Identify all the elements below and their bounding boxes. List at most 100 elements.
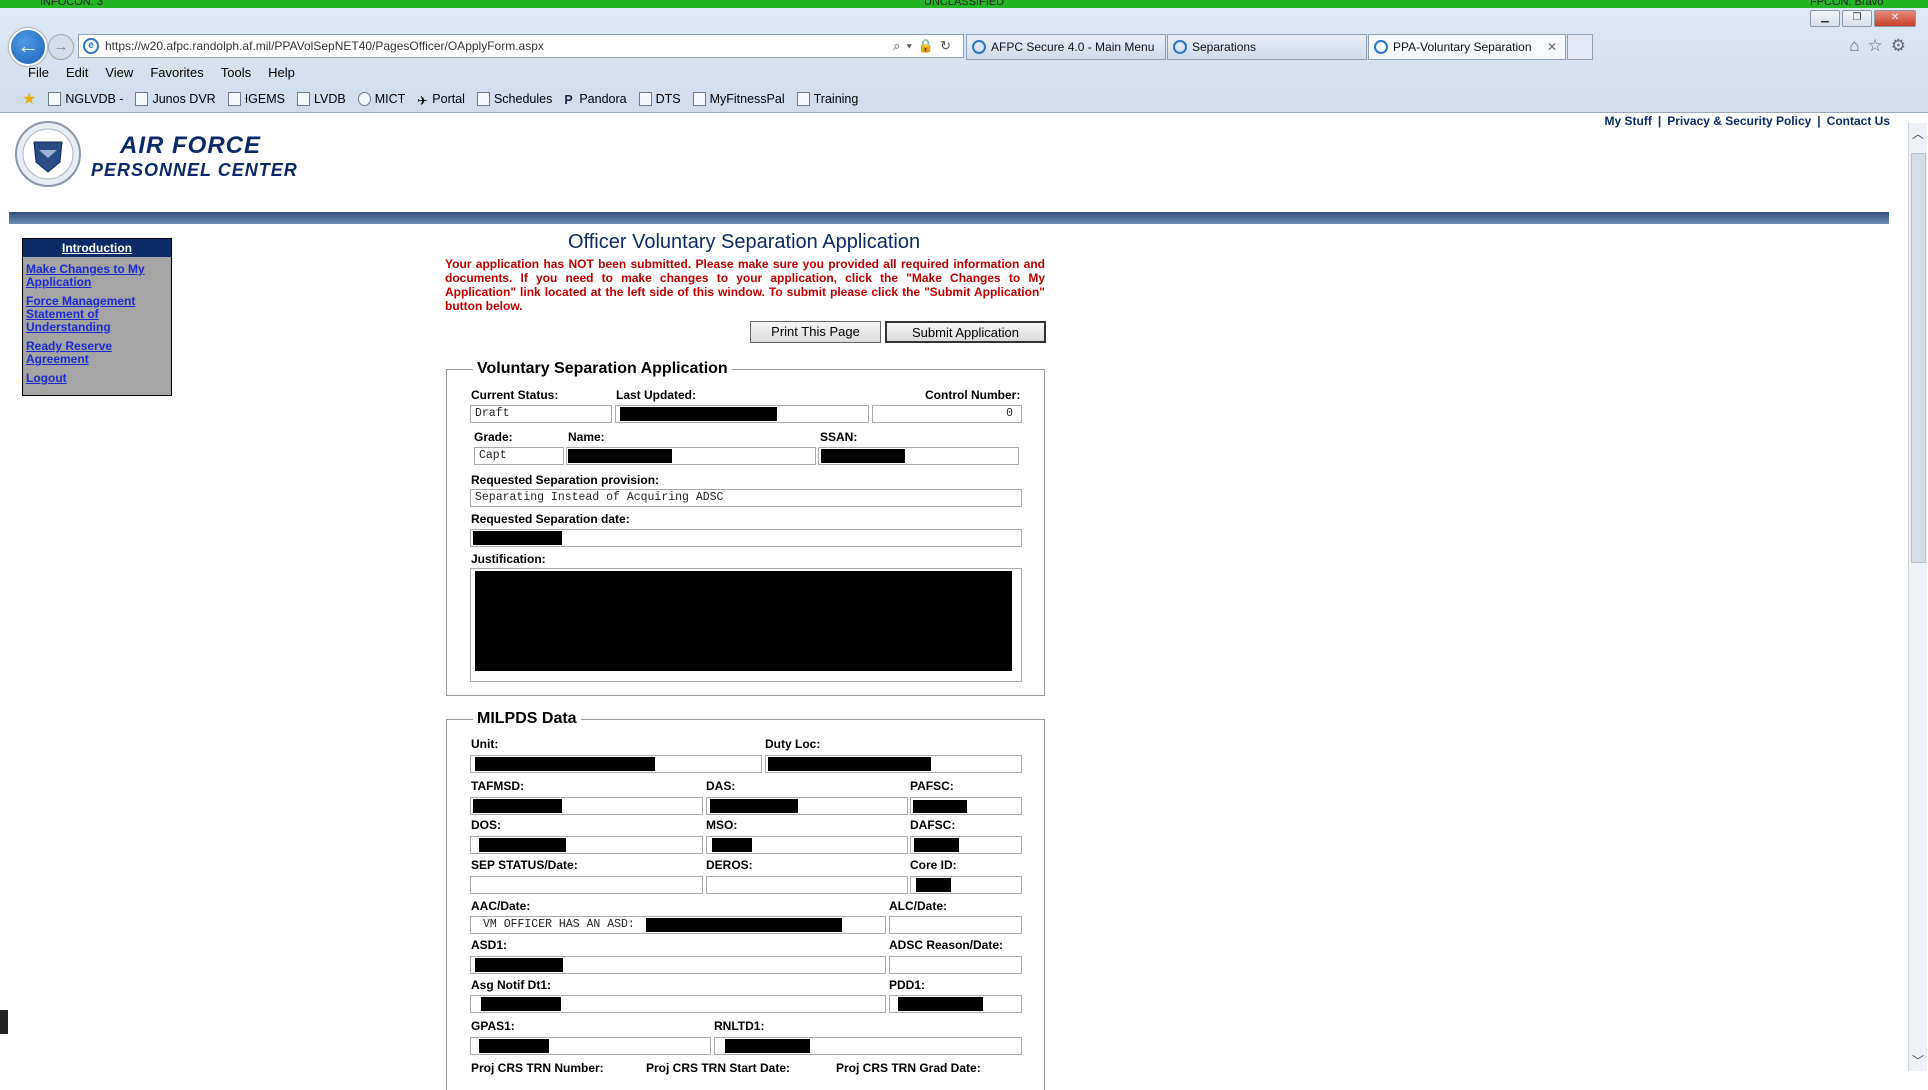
menu-file[interactable]: File: [28, 65, 49, 80]
fav-label: LVDB: [314, 92, 346, 106]
fav-item[interactable]: Junos DVR: [135, 92, 216, 106]
redaction-block: [475, 757, 655, 771]
close-tab-icon[interactable]: ✕: [1547, 35, 1557, 59]
name-label: Name:: [568, 430, 605, 444]
aac-date-field: VM OFFICER HAS AN ASD:: [470, 916, 886, 934]
favorites-star-icon[interactable]: ★: [22, 89, 36, 109]
adsc-reason-field: [889, 956, 1022, 974]
justification-label: Justification:: [471, 552, 546, 566]
fav-item[interactable]: Schedules: [476, 92, 552, 106]
fav-item[interactable]: DTS: [638, 92, 681, 106]
minimize-icon[interactable]: ▁: [1810, 10, 1840, 27]
submit-application-button[interactable]: Submit Application: [885, 321, 1046, 343]
page-icon: [796, 92, 810, 106]
tab-separations[interactable]: Separations: [1167, 34, 1367, 60]
fav-label: MICT: [374, 92, 406, 106]
fav-item[interactable]: IGEMS: [227, 92, 285, 106]
fav-item[interactable]: MICT: [357, 92, 406, 106]
tafmsd-field: [470, 797, 703, 815]
redaction-block: [898, 997, 983, 1011]
redaction-block: [821, 449, 905, 463]
link-my-stuff[interactable]: My Stuff: [1605, 114, 1652, 128]
scroll-up-icon[interactable]: ︿: [1912, 125, 1924, 142]
deros-label: DEROS:: [706, 858, 753, 872]
current-status-label: Current Status:: [471, 388, 559, 402]
pafsc-label: PAFSC:: [910, 779, 954, 793]
sidenav-make-changes[interactable]: Make Changes to My Application: [26, 263, 168, 289]
page-icon: [48, 92, 62, 106]
sep-status-label: SEP STATUS/Date:: [471, 858, 578, 872]
vertical-scrollbar[interactable]: ︿ ﹀: [1908, 123, 1927, 1071]
tafmsd-label: TAFMSD:: [471, 779, 525, 793]
gear-icon[interactable]: ⚙: [1891, 36, 1914, 55]
browser-right-icons: ⌂☆⚙: [1849, 36, 1914, 56]
new-tab-button[interactable]: [1567, 34, 1593, 60]
menu-help[interactable]: Help: [268, 65, 295, 80]
fav-item[interactable]: ✈ Portal: [417, 92, 465, 108]
fav-item[interactable]: LVDB: [297, 92, 346, 106]
scroll-down-icon[interactable]: ﹀: [1912, 1052, 1924, 1069]
link-privacy-security-policy[interactable]: Privacy & Security Policy: [1667, 114, 1811, 128]
back-arrow-icon[interactable]: ←: [9, 28, 47, 66]
redaction-block: [916, 878, 951, 892]
menu-view[interactable]: View: [105, 65, 133, 80]
dos-label: DOS:: [471, 818, 501, 832]
forward-arrow-icon[interactable]: →: [48, 34, 74, 60]
sidenav-introduction[interactable]: Introduction: [23, 239, 171, 257]
core-id-field: [910, 876, 1022, 894]
scroll-thumb[interactable]: [1911, 153, 1926, 563]
restore-icon[interactable]: ❐: [1842, 10, 1872, 27]
address-url: https://w20.afpc.randolph.af.mil/PPAVolS…: [105, 39, 544, 53]
gpas1-label: GPAS1:: [471, 1019, 515, 1033]
address-tools[interactable]: ⌕▾🔒↻: [893, 35, 957, 57]
sidenav-ready-reserve-agreement[interactable]: Ready Reserve Agreement: [26, 340, 168, 366]
sidenav-logout[interactable]: Logout: [26, 372, 168, 385]
tab-afpc-secure[interactable]: AFPC Secure 4.0 - Main Menu: [966, 34, 1166, 60]
star-icon[interactable]: ☆: [1868, 36, 1891, 55]
tab-label: PPA-Voluntary Separation: [1393, 40, 1532, 54]
fav-label: Junos DVR: [152, 92, 216, 106]
separation-date-field: [470, 529, 1022, 547]
link-contact-us[interactable]: Contact Us: [1827, 114, 1890, 128]
fav-item[interactable]: Training: [796, 92, 858, 106]
fav-item[interactable]: P Pandora: [564, 92, 627, 107]
deros-field: [706, 876, 908, 894]
redaction-block: [479, 838, 566, 852]
milpds-legend: MILPDS Data: [477, 710, 577, 727]
home-icon[interactable]: ⌂: [1849, 36, 1867, 55]
separator: |: [1657, 114, 1662, 128]
fav-item[interactable]: MyFitnessPal: [692, 92, 785, 106]
current-status-field: Draft: [470, 405, 612, 423]
alc-date-label: ALC/Date:: [889, 899, 948, 913]
ssan-field: [818, 447, 1019, 465]
header-divider-bar: [9, 212, 1889, 224]
classification-label: UNCLASSIFIED: [924, 0, 1005, 8]
redaction-block: [479, 1039, 549, 1053]
afpc-seal-logo: [15, 121, 81, 187]
sidenav-force-management-statement[interactable]: Force Management Statement of Understand…: [26, 295, 168, 334]
print-page-button[interactable]: Print This Page: [750, 321, 881, 343]
classification-strip: INFOCON: 3 UNCLASSIFIED FPCON: Bravo: [0, 0, 1928, 8]
adsc-reason-label: ADSC Reason/Date:: [889, 938, 1004, 952]
redaction-block: [712, 838, 752, 852]
menu-favorites[interactable]: Favorites: [150, 65, 203, 80]
fav-label: Pandora: [579, 92, 627, 106]
page-icon: [692, 92, 706, 106]
close-icon[interactable]: ✕: [1874, 10, 1916, 27]
menu-tools[interactable]: Tools: [221, 65, 251, 80]
redaction-block: [768, 757, 931, 771]
header-links: My Stuff | Privacy & Security Policy | Conta…: [1605, 114, 1890, 128]
left-edge-marker: [0, 1010, 8, 1034]
tab-ppa-voluntary-separation[interactable]: PPA-Voluntary Separation ✕: [1368, 34, 1566, 60]
address-bar[interactable]: e https://w20.afpc.randolph.af.mil/PPAVo…: [78, 34, 964, 58]
menu-edit[interactable]: Edit: [66, 65, 88, 80]
gpas1-field: [470, 1037, 711, 1055]
sep-status-field: [470, 876, 703, 894]
favorites-bar: ★ NGLVDB - Junos DVR IGEMS LVDB MICT ✈ Po…: [22, 89, 858, 109]
duty-loc-field: [765, 755, 1022, 773]
rnltd1-field: [714, 1037, 1022, 1055]
aac-date-value: VM OFFICER HAS AN ASD:: [483, 918, 635, 931]
control-number-field: 0: [872, 405, 1022, 423]
pafsc-field: [910, 797, 1022, 815]
fav-item[interactable]: NGLVDB -: [48, 92, 123, 106]
